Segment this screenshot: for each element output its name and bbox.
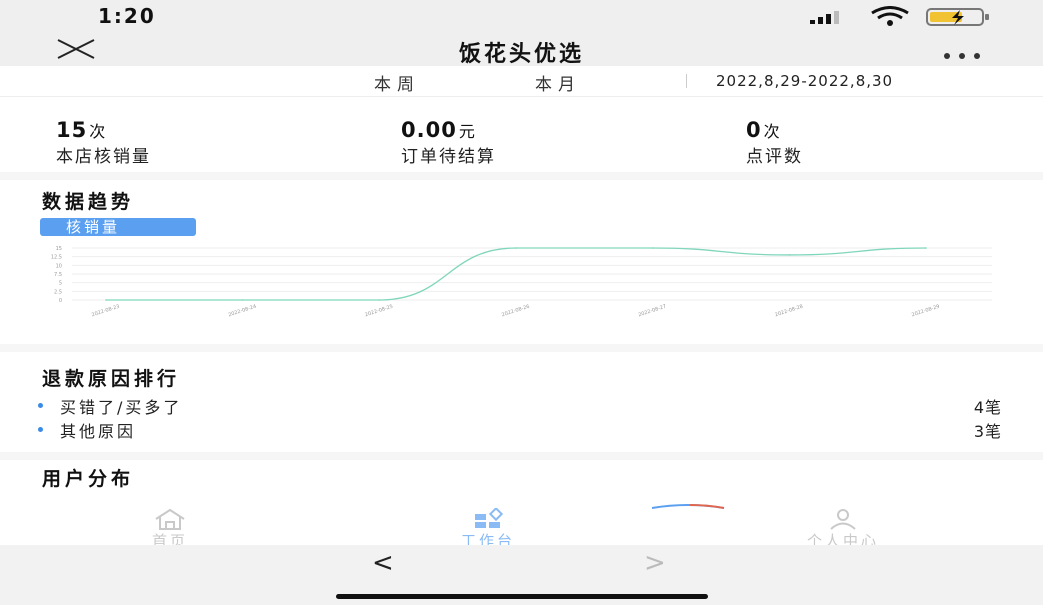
data-point xyxy=(378,299,381,301)
section-divider xyxy=(0,172,1043,180)
wifi-icon xyxy=(871,6,909,26)
list-item[interactable]: 买错了/买多了 4笔 xyxy=(36,394,1002,418)
workbench-icon xyxy=(475,506,504,528)
y-tick-label: 10 xyxy=(56,263,62,269)
section-divider xyxy=(0,452,1043,460)
tab-this-week[interactable]: 本周 xyxy=(374,70,420,95)
stat-value: 15 xyxy=(56,118,88,142)
trend-title: 数据趋势 xyxy=(42,191,135,213)
metric-badge[interactable]: 核销量 xyxy=(40,218,196,236)
stat-pending-settlement: 0.00 元 订单待结算 xyxy=(401,118,496,167)
y-tick-label: 5 xyxy=(59,281,62,287)
refund-count: 3笔 xyxy=(973,422,1002,441)
list-item[interactable]: 其他原因 3笔 xyxy=(36,418,1002,442)
refund-list: 买错了/买多了 4笔 其他原因 3笔 xyxy=(36,394,1002,442)
stat-value: 0 xyxy=(746,118,762,142)
status-time: 1:20 xyxy=(98,4,156,28)
user-icon xyxy=(830,509,856,530)
trend-chart: 15 12.5 10 7.5 5 2.5 0 2022-08-23 2022-08-24 2022… xyxy=(51,246,992,319)
more-icon[interactable] xyxy=(944,44,994,59)
y-tick-label: 0 xyxy=(59,298,62,304)
bullet-icon xyxy=(38,427,43,432)
divider xyxy=(686,74,687,88)
stat-reviews: 0次 点评数 xyxy=(746,118,803,167)
data-point xyxy=(241,299,244,301)
page-title: 饭花头优选 xyxy=(458,42,584,67)
stat-unit: 次 xyxy=(763,122,781,141)
x-tick-label: 2022-08-28 xyxy=(774,304,803,319)
stat-unit: 次 xyxy=(89,122,107,141)
data-point xyxy=(105,299,107,301)
signal-icon xyxy=(810,11,839,24)
stat-label: 本店核销量 xyxy=(56,147,151,167)
x-tick-label: 2022-08-27 xyxy=(638,304,667,319)
tab-bar: 首页 工作台 个人中心 xyxy=(0,506,1043,550)
refund-title: 退款原因排行 xyxy=(42,368,181,390)
forward-button[interactable]: > xyxy=(644,548,666,578)
x-tick-label: 2022-08-26 xyxy=(501,304,530,319)
y-tick-label: 2.5 xyxy=(54,289,62,295)
x-tick-label: 2022-08-24 xyxy=(228,304,257,319)
y-tick-label: 15 xyxy=(56,246,62,252)
x-tick-label: 2022-08-29 xyxy=(911,304,940,319)
refund-reason: 其他原因 xyxy=(60,422,137,441)
y-tick-label: 7.5 xyxy=(54,272,62,278)
x-tick-label: 2022-08-23 xyxy=(91,304,120,319)
data-point xyxy=(651,247,654,249)
section-divider xyxy=(0,344,1043,352)
data-point xyxy=(515,247,517,249)
battery-icon xyxy=(926,8,989,26)
tab-this-month[interactable]: 本月 xyxy=(535,70,581,95)
x-tick-label: 2022-08-25 xyxy=(364,304,393,319)
stat-unit: 元 xyxy=(458,122,476,141)
data-point xyxy=(925,247,927,249)
y-tick-label: 12.5 xyxy=(51,255,62,261)
data-point xyxy=(788,254,791,256)
stat-verifications: 15 次 本店核销量 xyxy=(56,118,151,167)
stat-label: 订单待结算 xyxy=(401,147,496,167)
home-indicator xyxy=(336,594,708,599)
users-title: 用户分布 xyxy=(42,468,135,490)
home-icon xyxy=(155,508,185,530)
stat-label: 点评数 xyxy=(746,147,803,167)
refund-count: 4笔 xyxy=(973,398,1002,417)
date-range[interactable]: 2022,8,29-2022,8,30 xyxy=(716,72,893,90)
refund-reason: 买错了/买多了 xyxy=(60,398,183,417)
stat-value: 0.00 xyxy=(401,118,457,142)
bullet-icon xyxy=(38,403,43,408)
back-button[interactable]: < xyxy=(372,548,394,578)
